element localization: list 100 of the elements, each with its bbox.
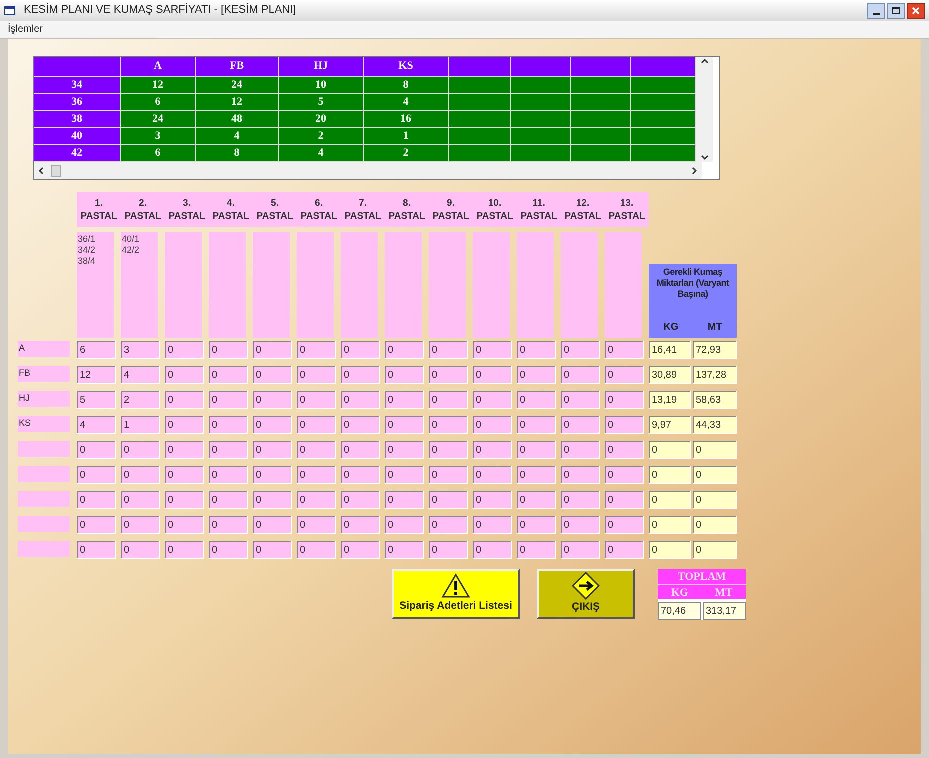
amount-input[interactable]: 0 (385, 341, 424, 359)
amount-input[interactable]: 0 (165, 466, 204, 484)
pastal-list-box[interactable]: 36/1 34/2 38/4 (77, 232, 114, 338)
amount-input[interactable]: 0 (429, 366, 468, 384)
amount-input[interactable]: 0 (341, 416, 380, 434)
menu-item[interactable]: İşlemler (8, 22, 44, 37)
pastal-list-box[interactable] (165, 232, 202, 338)
amount-input[interactable]: 0 (429, 541, 468, 559)
amount-input[interactable]: 0 (297, 541, 336, 559)
variant-label-field[interactable]: FB (18, 366, 70, 382)
variant-label-field[interactable]: HJ (18, 391, 70, 407)
amount-input[interactable]: 0 (253, 416, 292, 434)
amount-input[interactable]: 0 (341, 441, 380, 459)
amount-input[interactable]: 0 (253, 391, 292, 409)
amount-input[interactable]: 4 (121, 366, 160, 384)
amount-input[interactable]: 0 (297, 516, 336, 534)
amount-input[interactable]: 0 (561, 466, 600, 484)
pastal-list-box[interactable] (341, 232, 378, 338)
amount-input[interactable]: 0 (121, 516, 160, 534)
amount-input[interactable]: 0 (561, 491, 600, 509)
amount-input[interactable]: 0 (385, 516, 424, 534)
amount-input[interactable]: 0 (77, 516, 116, 534)
amount-input[interactable]: 0 (297, 391, 336, 409)
amount-input[interactable]: 0 (165, 441, 204, 459)
amount-input[interactable]: 0 (165, 341, 204, 359)
amount-input[interactable]: 0 (209, 391, 248, 409)
amount-input[interactable]: 0 (385, 416, 424, 434)
amount-input[interactable]: 0 (517, 341, 556, 359)
amount-input[interactable]: 0 (473, 416, 512, 434)
amount-input[interactable]: 0 (429, 516, 468, 534)
variant-label-field[interactable] (18, 466, 70, 482)
amount-input[interactable]: 0 (209, 541, 248, 559)
amount-input[interactable]: 0 (473, 341, 512, 359)
amount-input[interactable]: 0 (429, 416, 468, 434)
amount-input[interactable]: 0 (77, 466, 116, 484)
amount-input[interactable]: 0 (385, 441, 424, 459)
amount-input[interactable]: 0 (341, 466, 380, 484)
amount-input[interactable]: 0 (517, 541, 556, 559)
amount-input[interactable]: 0 (605, 491, 644, 509)
close-button[interactable] (907, 2, 925, 18)
amount-input[interactable]: 0 (385, 366, 424, 384)
amount-input[interactable]: 0 (209, 441, 248, 459)
amount-input[interactable]: 0 (165, 416, 204, 434)
amount-input[interactable]: 0 (297, 466, 336, 484)
pastal-list-box[interactable] (429, 232, 466, 338)
amount-input[interactable]: 0 (297, 366, 336, 384)
pastal-list-box[interactable]: 40/1 42/2 (121, 232, 158, 338)
amount-input[interactable]: 0 (121, 466, 160, 484)
amount-input[interactable]: 0 (473, 491, 512, 509)
amount-input[interactable]: 0 (473, 541, 512, 559)
variant-label-field[interactable] (18, 516, 70, 532)
amount-input[interactable]: 0 (341, 366, 380, 384)
amount-input[interactable]: 0 (605, 466, 644, 484)
amount-input[interactable]: 0 (77, 541, 116, 559)
amount-input[interactable]: 0 (605, 416, 644, 434)
amount-input[interactable]: 0 (165, 516, 204, 534)
amount-input[interactable]: 0 (517, 441, 556, 459)
minimize-button[interactable] (867, 2, 885, 18)
amount-input[interactable]: 0 (253, 516, 292, 534)
amount-input[interactable]: 0 (165, 391, 204, 409)
amount-input[interactable]: 0 (429, 391, 468, 409)
pastal-list-box[interactable] (561, 232, 598, 338)
amount-input[interactable]: 0 (165, 541, 204, 559)
amount-input[interactable]: 0 (121, 491, 160, 509)
amount-input[interactable]: 0 (385, 391, 424, 409)
amount-input[interactable]: 0 (341, 516, 380, 534)
amount-input[interactable]: 0 (517, 491, 556, 509)
pastal-list-box[interactable] (297, 232, 334, 338)
amount-input[interactable]: 2 (121, 391, 160, 409)
pastal-list-box[interactable] (517, 232, 554, 338)
amount-input[interactable]: 0 (473, 441, 512, 459)
amount-input[interactable]: 0 (121, 541, 160, 559)
amount-input[interactable]: 0 (385, 466, 424, 484)
pastal-list-box[interactable] (473, 232, 510, 338)
amount-input[interactable]: 0 (517, 416, 556, 434)
variant-label-field[interactable] (18, 491, 70, 507)
amount-input[interactable]: 4 (77, 416, 116, 434)
amount-input[interactable]: 0 (473, 516, 512, 534)
amount-input[interactable]: 0 (429, 491, 468, 509)
amount-input[interactable]: 0 (605, 341, 644, 359)
amount-input[interactable]: 0 (517, 366, 556, 384)
amount-input[interactable]: 0 (605, 391, 644, 409)
amount-input[interactable]: 0 (341, 391, 380, 409)
amount-input[interactable]: 1 (121, 416, 160, 434)
amount-input[interactable]: 0 (517, 466, 556, 484)
amount-input[interactable]: 0 (297, 491, 336, 509)
amount-input[interactable]: 0 (165, 366, 204, 384)
amount-input[interactable]: 0 (561, 391, 600, 409)
amount-input[interactable]: 0 (165, 491, 204, 509)
amount-input[interactable]: 0 (561, 416, 600, 434)
restore-button[interactable] (887, 2, 905, 18)
amount-input[interactable]: 0 (385, 541, 424, 559)
variant-label-field[interactable]: A (18, 341, 70, 357)
amount-input[interactable]: 0 (561, 516, 600, 534)
amount-input[interactable]: 0 (429, 466, 468, 484)
vertical-scrollbar[interactable] (696, 57, 713, 162)
amount-input[interactable]: 0 (253, 491, 292, 509)
scroll-thumb[interactable] (51, 164, 61, 176)
amount-input[interactable]: 0 (429, 341, 468, 359)
amount-input[interactable]: 0 (121, 441, 160, 459)
